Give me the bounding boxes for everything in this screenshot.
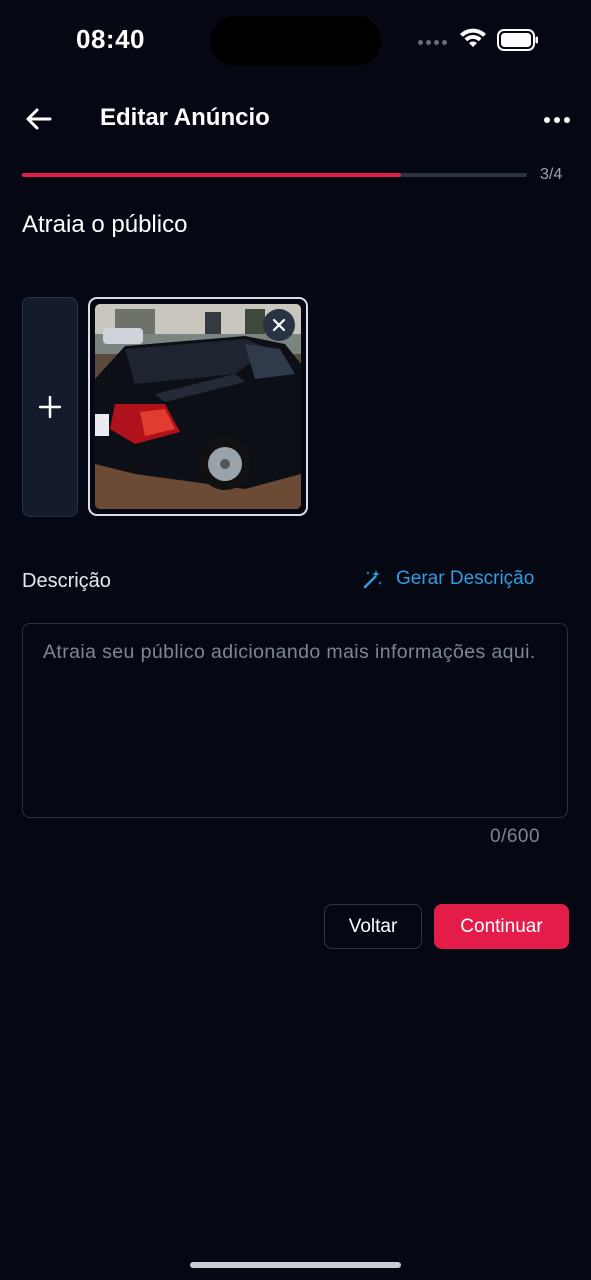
remove-photo-button[interactable] <box>263 309 295 341</box>
home-indicator <box>190 1262 401 1268</box>
photo-thumbnail[interactable] <box>88 297 308 516</box>
page-title: Editar Anúncio <box>100 104 270 131</box>
generate-description-label: Gerar Descrição <box>396 568 535 589</box>
continue-button[interactable]: Continuar <box>434 904 569 949</box>
plus-icon <box>39 396 61 418</box>
back-button[interactable]: Voltar <box>324 904 422 949</box>
dynamic-island <box>210 16 381 66</box>
progress-step-text: 3/4 <box>540 166 563 183</box>
close-icon <box>272 318 286 332</box>
add-photo-button[interactable] <box>22 297 78 517</box>
progress-fill <box>22 173 401 177</box>
description-input[interactable]: Atraia seu público adicionando mais info… <box>22 623 568 818</box>
signal-icon <box>418 40 447 45</box>
progress-bar <box>22 173 527 177</box>
battery-icon <box>497 29 538 51</box>
character-counter: 0/600 <box>490 826 541 847</box>
description-label: Descrição <box>22 570 111 592</box>
status-time: 08:40 <box>76 24 145 54</box>
arrow-left-icon[interactable] <box>24 104 54 134</box>
generate-description-button[interactable]: Gerar Descrição <box>362 568 534 590</box>
more-horizontal-icon[interactable] <box>543 112 573 128</box>
magic-wand-icon <box>363 570 382 589</box>
section-title: Atraia o público <box>22 211 188 238</box>
description-placeholder: Atraia seu público adicionando mais info… <box>43 641 536 663</box>
wifi-icon <box>460 28 486 47</box>
